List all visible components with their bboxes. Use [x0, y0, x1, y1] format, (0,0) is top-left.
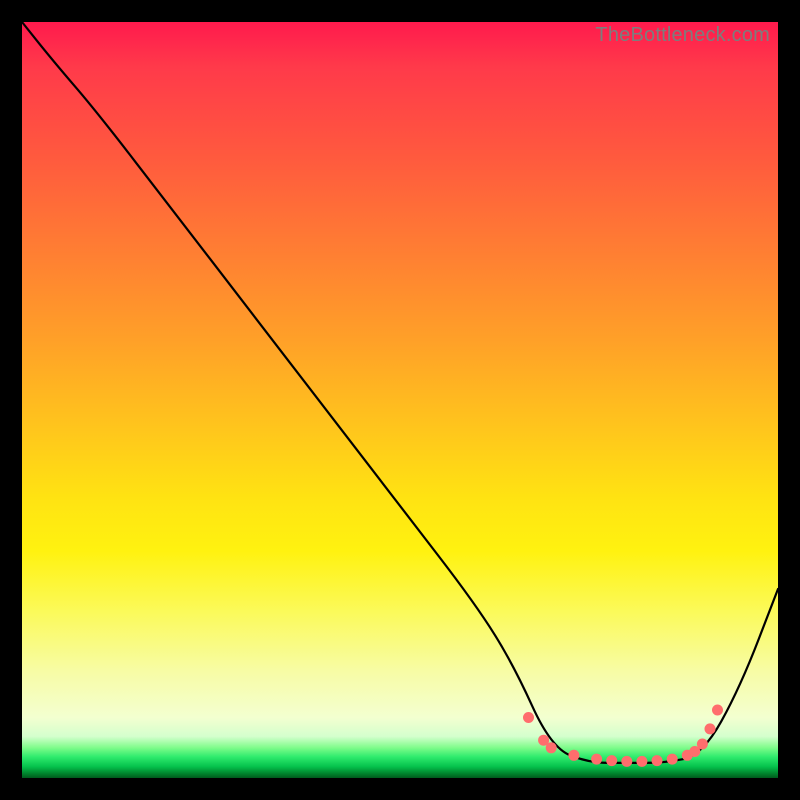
marker-dot: [652, 755, 663, 766]
curve-svg: [22, 22, 778, 778]
marker-dot: [568, 750, 579, 761]
plot-area: TheBottleneck.com: [22, 22, 778, 778]
marker-dot: [546, 742, 557, 753]
marker-dot: [667, 754, 678, 765]
marker-dot: [606, 755, 617, 766]
marker-dot: [523, 712, 534, 723]
chart-stage: TheBottleneck.com: [0, 0, 800, 800]
optimal-range-dots: [523, 705, 723, 767]
marker-dot: [636, 756, 647, 767]
marker-dot: [697, 739, 708, 750]
marker-dot: [705, 723, 716, 734]
bottleneck-curve: [22, 22, 778, 763]
marker-dot: [712, 705, 723, 716]
marker-dot: [621, 756, 632, 767]
marker-dot: [591, 754, 602, 765]
